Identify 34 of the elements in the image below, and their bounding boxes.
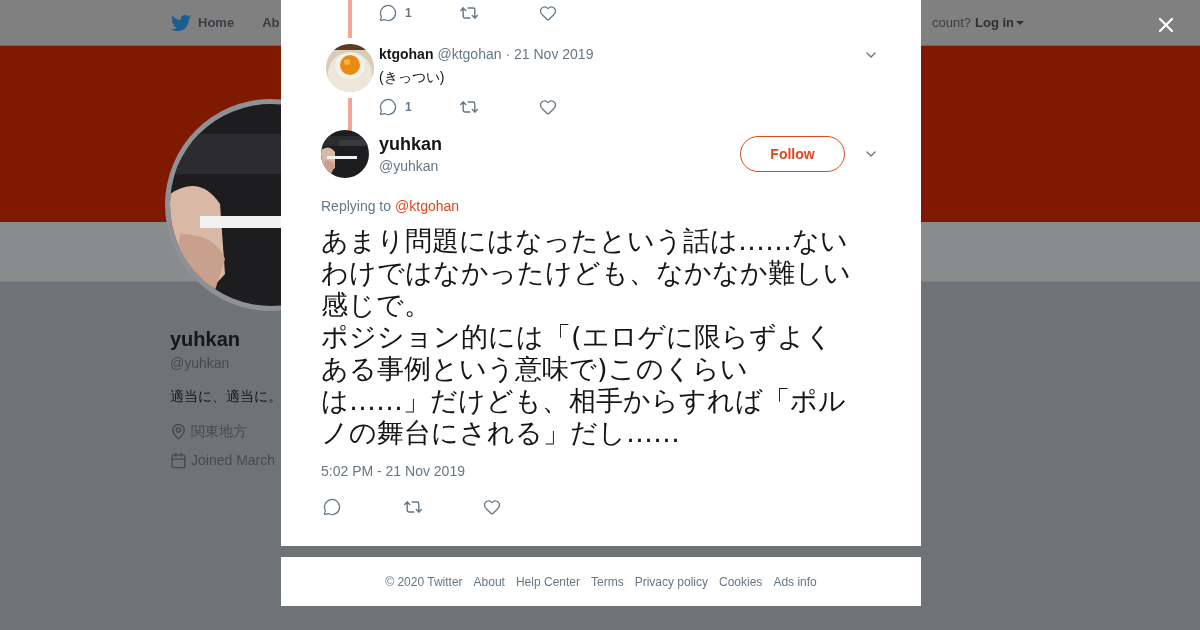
login-button[interactable]: Log in — [975, 12, 1024, 33]
account-prompt: count? — [931, 13, 971, 32]
tweet-date[interactable]: · 21 Nov 2019 — [505, 44, 594, 65]
reply-icon[interactable] — [379, 98, 397, 116]
tweet-text: あまり問題にはなったという話は……ないわけではなかったけども、なかなか難しい感じで。 — [321, 225, 851, 321]
reply-count: 1 — [405, 5, 412, 22]
footer-link[interactable]: Cookies — [719, 572, 763, 591]
nav-link[interactable]: Ab — [262, 12, 280, 33]
copyright-text: © 2020 Twitter — [385, 573, 463, 591]
like-icon[interactable] — [539, 4, 557, 22]
profile-bio: 適当に、適当に。 — [170, 387, 282, 406]
footer-link[interactable]: About — [473, 572, 505, 591]
mention-link[interactable]: @ktgohan — [395, 196, 460, 217]
calendar-icon — [170, 452, 187, 469]
footer-link[interactable]: Ads info — [773, 572, 817, 591]
profile-name: yuhkan — [170, 327, 241, 351]
author-name[interactable]: ktgohan — [379, 44, 434, 65]
like-icon[interactable] — [483, 498, 501, 516]
tweet-text: ポジション的には「(エロゲに限らずよくある事例という意味で)このくらいは……」だけども、相手からすれば「ポルノの舞台にされる」だし…… — [321, 321, 847, 449]
author-handle[interactable]: @yuhkan — [379, 155, 740, 177]
reply-icon[interactable] — [379, 4, 397, 22]
tweet-timestamp: 5:02 PM - 21 Nov 2019 — [321, 462, 466, 481]
location-icon — [170, 423, 187, 440]
author-name[interactable]: yuhkan — [379, 131, 740, 156]
tweet-text: (きっつい) — [379, 68, 446, 87]
reply-icon[interactable] — [323, 498, 341, 516]
footer-link[interactable]: Help Center — [515, 572, 580, 591]
like-icon[interactable] — [539, 98, 557, 116]
author-handle[interactable]: @ktgohan — [437, 44, 502, 65]
replying-label: Replying to — [321, 197, 392, 216]
footer-link[interactable]: Privacy policy — [634, 572, 708, 591]
nav-link[interactable]: Home — [198, 12, 235, 33]
footer-link[interactable]: Terms — [591, 572, 624, 591]
reply-count: 1 — [405, 99, 412, 116]
